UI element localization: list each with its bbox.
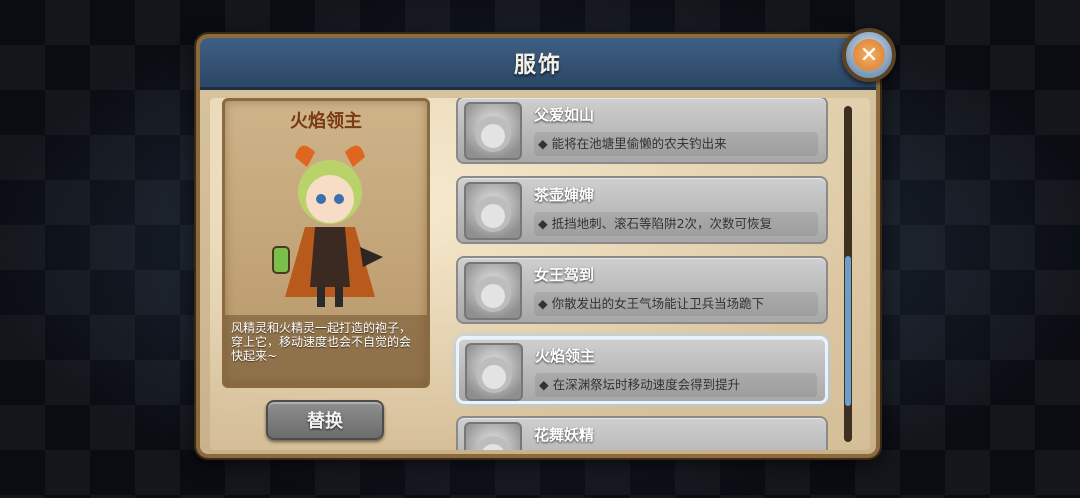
- dialog-title: 服饰: [513, 52, 562, 78]
- item-description: ◆ 抵挡地刺、滚石等陷阱2次，次数可恢复: [534, 212, 818, 236]
- outfit-avatar-icon: [464, 422, 522, 450]
- list-item[interactable]: 女王驾到 ◆ 你散发出的女王气场能让卫兵当场跪下: [456, 256, 828, 324]
- list-item[interactable]: 花舞妖精: [456, 416, 828, 450]
- scrollbar[interactable]: [844, 106, 852, 442]
- close-button[interactable]: ✕: [842, 28, 896, 82]
- outfit-list[interactable]: 父爱如山 ◆ 能将在池塘里偷懒的农夫钓出来 茶壶婶婶 ◆ 抵挡地刺、滚石等陷阱2…: [448, 98, 832, 450]
- scrollbar-thumb[interactable]: [845, 256, 851, 406]
- close-icon: ✕: [853, 39, 885, 71]
- outfit-avatar-icon: [464, 262, 522, 320]
- outfit-avatar-icon: [464, 102, 522, 160]
- title-bar: 服饰: [200, 38, 876, 90]
- item-name: 火焰领主: [535, 347, 596, 365]
- item-name: 女王驾到: [534, 266, 595, 284]
- preview-description: 风精灵和火精灵一起打造的袍子，穿上它，移动速度也会不自觉的会快起来~: [231, 321, 412, 363]
- preview-name: 火焰领主: [290, 111, 362, 132]
- item-name: 父爱如山: [534, 106, 595, 124]
- outfit-dialog: 服饰 火焰领主 风精灵和火精灵一起打造的袍子，穿上它，移动速度也会不自觉的会快起…: [196, 34, 880, 458]
- list-item-selected[interactable]: 火焰领主 ◆ 在深渊祭坛时移动速度会得到提升: [456, 336, 828, 404]
- replace-button[interactable]: 替换: [266, 400, 384, 440]
- list-item[interactable]: 茶壶婶婶 ◆ 抵挡地刺、滚石等陷阱2次，次数可恢复: [456, 176, 828, 244]
- item-description: ◆ 能将在池塘里偷懒的农夫钓出来: [534, 132, 818, 156]
- outfit-avatar-icon: [464, 182, 522, 240]
- list-item[interactable]: 父爱如山 ◆ 能将在池塘里偷懒的农夫钓出来: [456, 98, 828, 164]
- item-name: 花舞妖精: [534, 426, 595, 444]
- item-name: 茶壶婶婶: [534, 186, 595, 204]
- item-description: ◆ 你散发出的女王气场能让卫兵当场跪下: [534, 292, 818, 316]
- character-art: [272, 145, 383, 307]
- outfit-preview-card: 火焰领主 风精灵和火精灵一起打造的袍子，穿上它，移动速度也会不自觉的会快起来~: [222, 98, 430, 388]
- item-description: ◆ 在深渊祭坛时移动速度会得到提升: [535, 373, 817, 397]
- outfit-avatar-icon: [465, 343, 523, 401]
